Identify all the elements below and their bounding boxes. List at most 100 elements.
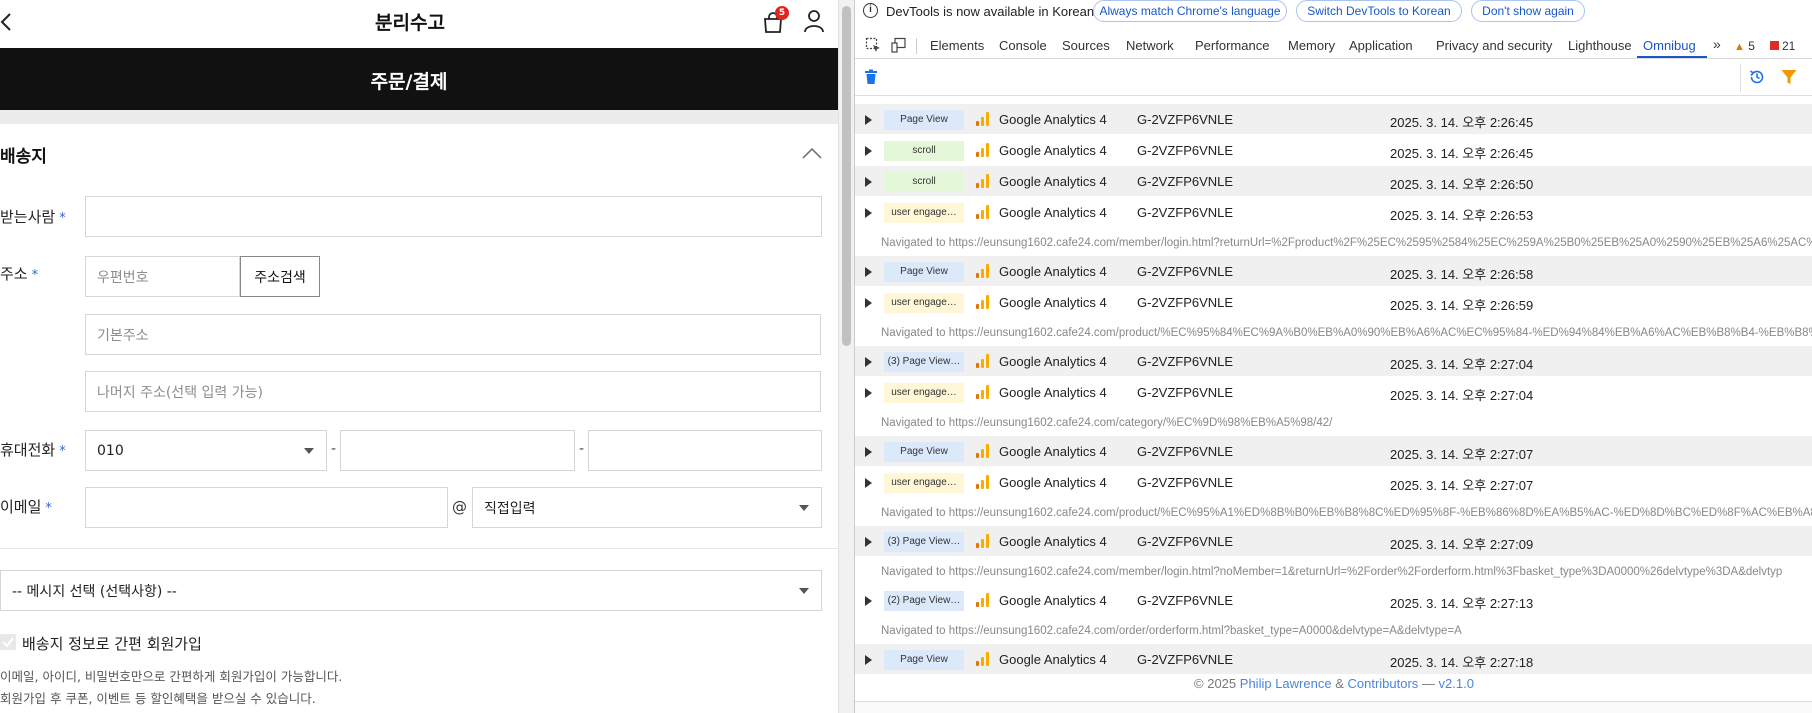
account-id: G-2VZFP6VNLE [1137,174,1234,189]
address-label-text: 주소 [0,265,28,283]
account-id: G-2VZFP6VNLE [1137,295,1234,310]
expand-arrow-icon[interactable] [865,146,872,156]
request-row[interactable]: (3) Page View… Google Analytics 4 G-2VZFP6… [855,526,1812,556]
omnibug-footer: © 2025 Philip Lawrence & Contributors — … [855,676,1812,691]
email-domain-select[interactable]: 직접입력 [472,487,822,528]
match-language-button[interactable]: Always match Chrome's language [1093,0,1287,22]
expand-arrow-icon[interactable] [865,115,872,125]
phone-separator: - [579,441,585,457]
chevron-up-icon[interactable] [800,145,824,161]
errors-counter[interactable]: 21 [1770,39,1795,53]
request-row[interactable]: scroll Google Analytics 4 G-2VZFP6VNLE 2025… [855,166,1812,196]
detail-address-input[interactable]: 나머지 주소(선택 입력 가능) [85,371,821,412]
tab-privacy-security[interactable]: Privacy and security [1436,38,1552,53]
warnings-counter[interactable]: ▲ 5 [1734,39,1755,53]
expand-arrow-icon[interactable] [865,388,872,398]
address-search-button[interactable]: 주소검색 [240,256,320,297]
google-analytics-icon [976,295,990,309]
expand-arrow-icon[interactable] [865,177,872,187]
google-analytics-icon [976,354,990,368]
page-scrollbar[interactable] [838,0,854,713]
request-row[interactable]: user engage… Google Analytics 4 G-2VZFP6VN… [855,287,1812,317]
request-row[interactable]: Page View Google Analytics 4 G-2VZFP6VNLE 2… [855,436,1812,466]
request-row[interactable]: Page View Google Analytics 4 G-2VZFP6VNLE 2… [855,104,1812,134]
expand-arrow-icon[interactable] [865,655,872,665]
request-row[interactable]: (3) Page View… Google Analytics 4 G-2VZFP6… [855,346,1812,376]
provider-name: Google Analytics 4 [999,174,1107,189]
filter-funnel-icon[interactable] [1780,68,1798,86]
footer-version-link[interactable]: v2.1.0 [1439,676,1474,691]
expand-arrow-icon[interactable] [865,357,872,367]
tab-omnibug[interactable]: Omnibug [1643,38,1696,53]
account-id: G-2VZFP6VNLE [1137,593,1234,608]
tab-performance[interactable]: Performance [1195,38,1269,53]
inspect-element-icon[interactable] [865,37,881,53]
scrollbar-thumb[interactable] [842,6,851,346]
tab-console[interactable]: Console [999,38,1047,53]
clear-trash-icon[interactable] [864,69,878,85]
request-row[interactable]: user engage… Google Analytics 4 G-2VZFP6VN… [855,377,1812,407]
phone-last-input[interactable] [588,430,822,471]
dont-show-again-button[interactable]: Don't show again [1471,0,1585,22]
phone-prefix-select[interactable]: 010 [85,430,327,471]
tab-network[interactable]: Network [1126,38,1174,53]
expand-arrow-icon[interactable] [865,596,872,606]
recipient-label: 받는사람 * [0,206,66,227]
more-tabs-button[interactable]: » [1713,36,1721,52]
back-arrow-icon[interactable] [0,6,20,36]
section-spacer [0,110,838,124]
navigation-url: Navigated to https://eunsung1602.cafe24.… [881,625,1462,637]
switch-to-korean-button[interactable]: Switch DevTools to Korean [1296,0,1462,22]
user-icon[interactable] [802,8,826,34]
request-row[interactable]: (2) Page View… Google Analytics 4 G-2VZFP6… [855,585,1812,615]
event-tag: (3) Page View… [884,352,964,372]
tab-sources[interactable]: Sources [1062,38,1110,53]
toolbar-separator [1740,64,1741,92]
request-row[interactable]: user engage… Google Analytics 4 G-2VZFP6VN… [855,467,1812,497]
google-analytics-icon [976,652,990,666]
signup-checkbox-label[interactable]: 배송지 정보로 간편 회원가입 [22,633,202,654]
footer-contributors-link[interactable]: Contributors [1347,676,1418,691]
request-timestamp: 2025. 3. 14. 오후 2:26:53 [1390,208,1534,223]
google-analytics-icon [976,444,990,458]
history-icon[interactable] [1748,68,1766,86]
expand-arrow-icon[interactable] [865,208,872,218]
expand-arrow-icon[interactable] [865,298,872,308]
zipcode-input[interactable]: 우편번호 [85,256,240,297]
signup-checkbox[interactable] [0,634,16,650]
expand-arrow-icon[interactable] [865,478,872,488]
request-row[interactable]: Page View Google Analytics 4 G-2VZFP6VNLE 2… [855,644,1812,674]
divider [0,548,838,549]
navigation-url: Navigated to https://eunsung1602.cafe24.… [881,237,1812,249]
cart-count-badge: 5 [775,6,789,20]
shop-brand-title[interactable]: 분리수고 [330,8,490,35]
phone-middle-input[interactable] [340,430,575,471]
expand-arrow-icon[interactable] [865,447,872,457]
expand-arrow-icon[interactable] [865,537,872,547]
active-tab-underline [1637,56,1707,58]
device-toolbar-icon[interactable] [891,37,907,53]
request-row[interactable]: Page View Google Analytics 4 G-2VZFP6VNLE 2… [855,256,1812,286]
request-timestamp: 2025. 3. 14. 오후 2:26:45 [1390,146,1534,161]
google-analytics-icon [976,264,990,278]
event-tag: (3) Page View… [884,532,964,552]
tab-memory[interactable]: Memory [1288,38,1335,53]
required-mark: * [31,268,39,283]
required-mark: * [59,211,66,226]
recipient-input[interactable] [85,196,822,237]
mobile-label-text: 휴대전화 [0,441,56,459]
request-timestamp: 2025. 3. 14. 오후 2:27:07 [1390,478,1534,493]
drawer-strip[interactable] [855,701,1812,713]
cart-button[interactable]: 5 [762,6,789,34]
tab-lighthouse[interactable]: Lighthouse [1568,38,1632,53]
email-local-input[interactable] [85,487,448,528]
delivery-message-select[interactable]: -- 메시지 선택 (선택사항) -- [0,570,822,611]
tab-elements[interactable]: Elements [930,38,984,53]
base-address-input[interactable]: 기본주소 [85,314,821,355]
tab-application[interactable]: Application [1349,38,1413,53]
provider-name: Google Analytics 4 [999,444,1107,459]
footer-author-link[interactable]: Philip Lawrence [1240,676,1332,691]
request-row[interactable]: user engage… Google Analytics 4 G-2VZFP6VN… [855,197,1812,227]
expand-arrow-icon[interactable] [865,267,872,277]
request-row[interactable]: scroll Google Analytics 4 G-2VZFP6VNLE 2025… [855,135,1812,165]
